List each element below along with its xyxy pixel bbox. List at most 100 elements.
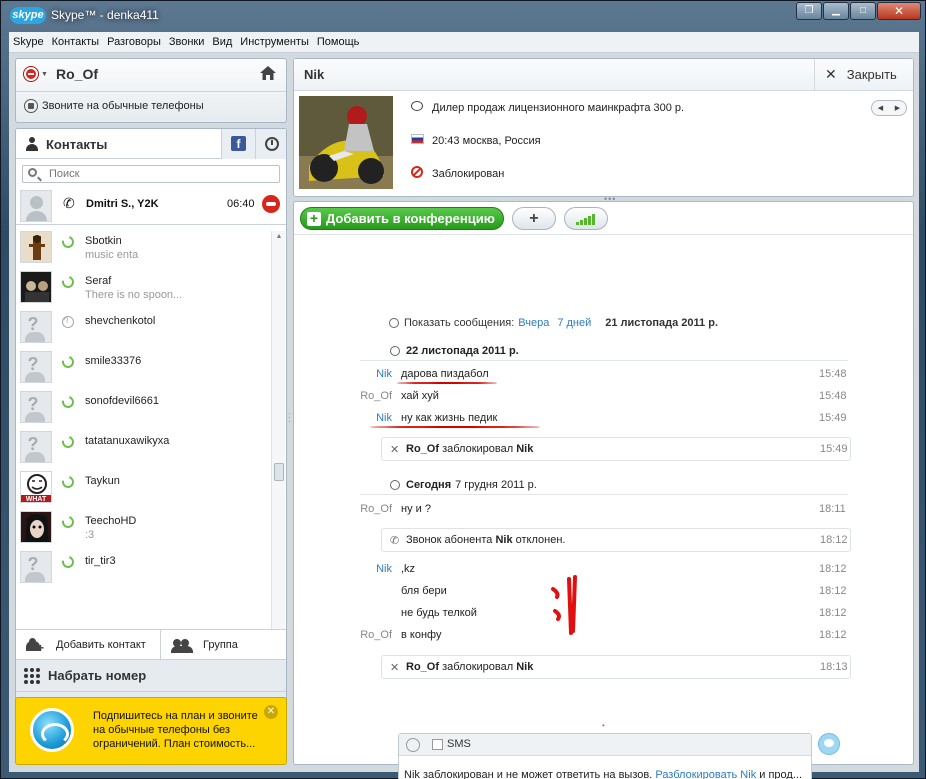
prev-icon[interactable]: ◀	[878, 104, 883, 112]
call-phones-link[interactable]: Звоните на обычные телефоны	[24, 99, 204, 113]
scroll-thumb[interactable]	[274, 463, 284, 481]
call-participants: Dmitri S., Y2K	[86, 198, 159, 210]
contact-item-sbotkin[interactable]: Sbotkin music enta	[16, 227, 270, 267]
phone-icon: ✆	[390, 535, 400, 547]
close-conversation-button[interactable]: ✕ Закрыть	[814, 59, 913, 90]
chat-panel: + Добавить в конференцию + Показать сооб…	[293, 201, 914, 779]
russia-flag-icon	[410, 134, 424, 147]
emoticon-icon[interactable]	[406, 738, 420, 752]
contact-mood-text: Дилер продаж лицензионного маинкрафта 30…	[432, 101, 685, 114]
home-icon[interactable]	[259, 65, 277, 81]
promo-banner[interactable]: Подпишитесь на план и звоните на обычные…	[15, 697, 287, 765]
contact-item-shevchenkotol[interactable]: shevchenkotol	[16, 307, 270, 347]
client-area: Skype Контакты Разговоры Звонки Вид Инст…	[9, 32, 919, 779]
contact-item-teechohd[interactable]: TeechoHD :3	[16, 507, 270, 547]
close-icon[interactable]: ✕	[877, 2, 921, 20]
contact-item-tatatanuxawikyxa[interactable]: tatatanuxawikyxa	[16, 427, 270, 467]
contact-list-scrollbar[interactable]: ▲ ▼	[271, 231, 285, 637]
message-text: хай хуй	[401, 390, 439, 402]
menu-help[interactable]: Помощь	[317, 36, 360, 48]
message-row: Ro_Of хай хуй 15:48	[294, 387, 854, 407]
status-online-icon	[59, 353, 77, 371]
menu-skype[interactable]: Skype	[13, 36, 44, 48]
status-busy-icon[interactable]	[24, 67, 38, 81]
left-panel: ▼ Ro_Of Звоните на обычные телефоны Конт…	[15, 58, 287, 720]
resize-grip[interactable]: •	[602, 721, 605, 730]
mood-pager[interactable]: ◀ ▶	[871, 100, 907, 116]
maximize-icon[interactable]: □	[850, 2, 876, 20]
next-icon[interactable]: ▶	[895, 104, 900, 112]
profile-name[interactable]: Ro_Of	[56, 66, 98, 82]
avatar	[20, 271, 52, 303]
unblock-link[interactable]: Разблокировать Nik	[655, 769, 756, 779]
group-button[interactable]: Группа	[161, 630, 286, 660]
dial-number-button[interactable]: Набрать номер	[16, 659, 286, 691]
contact-mood: There is no spoon...	[85, 289, 183, 301]
system-message-text: Ro_Of заблокировал Nik	[406, 443, 534, 455]
conversation-name: Nik	[304, 67, 325, 82]
menu-view[interactable]: Вид	[212, 36, 232, 48]
scroll-up-icon[interactable]: ▲	[274, 233, 284, 240]
contact-item-tir-tir3[interactable]: tir_tir3	[16, 547, 270, 587]
contact-item-seraf[interactable]: Seraf There is no spoon...	[16, 267, 270, 307]
contact-name: smile33376	[85, 355, 142, 367]
contacts-tab-row: Контакты f	[16, 129, 286, 159]
status-online-icon	[59, 233, 77, 251]
avatar	[20, 431, 52, 463]
close-icon: ✕	[825, 66, 837, 82]
conversation-title-bar: Nik ✕ Закрыть	[294, 59, 913, 91]
message-time: 18:12	[819, 563, 847, 575]
tab-facebook[interactable]: f	[221, 129, 255, 159]
promo-text: Подпишитесь на план и звоните на обычные…	[93, 710, 258, 750]
contact-item-smile33376[interactable]: smile33376	[16, 347, 270, 387]
active-call-row[interactable]: ✆ Dmitri S., Y2K 06:40	[16, 187, 286, 225]
avatar-caption: WHAT	[25, 496, 47, 503]
contact-name: Taykun	[85, 475, 120, 487]
message-time: 15:48	[819, 390, 847, 402]
add-contact-button[interactable]: + Добавить контакт	[16, 630, 161, 660]
contact-item-sonofdevil6661[interactable]: sonofdevil6661	[16, 387, 270, 427]
search-input[interactable]	[49, 167, 269, 181]
contact-location-row: 20:43 москва, Россия	[410, 134, 541, 147]
day-header-label: Сегодня	[406, 478, 452, 491]
message-sender[interactable]: Ro_Of	[360, 503, 392, 515]
minimize-icon[interactable]: ▁	[823, 2, 849, 20]
menu-tools[interactable]: Инструменты	[240, 36, 309, 48]
history-date[interactable]: 21 листопада 2011 р.	[605, 317, 718, 329]
message-sender[interactable]: Nik	[376, 368, 392, 380]
history-filter: Показать сообщения: Вчера 7 дней 21 лист…	[389, 317, 718, 329]
message-sender[interactable]: Nik	[376, 563, 392, 575]
compose-box[interactable]: SMS Nik заблокирован и не может ответить…	[398, 733, 812, 779]
blocked-notice: Nik заблокирован и не может ответить на …	[404, 769, 803, 779]
hangup-icon[interactable]	[262, 195, 280, 213]
history-7days-link[interactable]: 7 дней	[557, 317, 591, 329]
chevron-down-icon[interactable]: ▼	[41, 71, 48, 78]
avatar	[20, 511, 52, 543]
message-time: 18:12	[819, 629, 847, 641]
menu-contacts[interactable]: Контакты	[52, 36, 100, 48]
menu-conversations[interactable]: Разговоры	[107, 36, 161, 48]
call-phones-label: Звоните на обычные телефоны	[42, 100, 204, 112]
avatar	[20, 551, 52, 583]
title-bar[interactable]: skype Skype™ - denka411 ❐ ▁ □ ✕	[1, 1, 926, 31]
call-duration: 06:40	[227, 198, 255, 210]
sms-checkbox[interactable]	[432, 739, 443, 750]
send-message-icon[interactable]	[818, 733, 840, 755]
splitter-handle[interactable]: · · ·	[288, 410, 291, 426]
history-yesterday-link[interactable]: Вчера	[518, 317, 549, 329]
message-sender[interactable]: Ro_Of	[360, 629, 392, 641]
profile-panel: ▼ Ro_Of Звоните на обычные телефоны	[15, 58, 287, 123]
tab-recent[interactable]	[255, 129, 286, 159]
close-icon[interactable]: ✕	[264, 705, 278, 719]
search-box[interactable]	[22, 165, 280, 183]
message-text: ну и ?	[401, 503, 431, 515]
tab-contacts[interactable]: Контакты	[16, 129, 221, 159]
restore-icon[interactable]: ❐	[796, 2, 822, 20]
message-sender[interactable]: Nik	[376, 412, 392, 424]
avatar	[20, 311, 52, 343]
status-unknown-icon	[59, 313, 77, 331]
contact-item-taykun[interactable]: WHAT Taykun	[16, 467, 270, 507]
message-time: 18:12	[819, 607, 847, 619]
message-sender[interactable]: Ro_Of	[360, 390, 392, 402]
menu-calls[interactable]: Звонки	[169, 36, 205, 48]
